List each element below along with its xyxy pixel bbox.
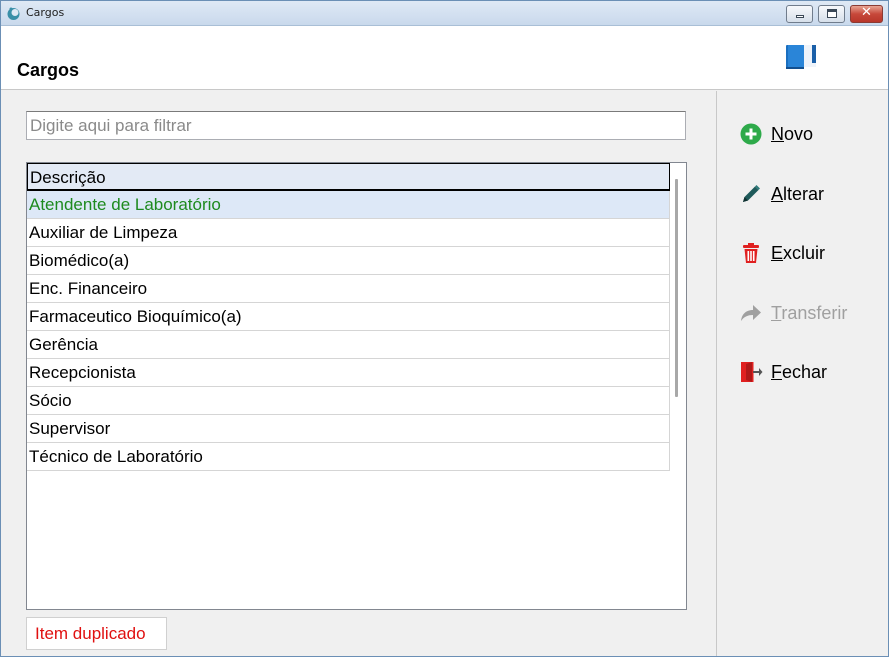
maximize-icon bbox=[827, 9, 837, 18]
fechar-button[interactable]: Fechar bbox=[737, 354, 877, 390]
status-badge: Item duplicado bbox=[26, 617, 167, 650]
filter-input[interactable] bbox=[26, 111, 686, 140]
minimize-icon bbox=[796, 15, 804, 18]
cargos-grid[interactable]: Descrição Atendente de Laboratório Auxil… bbox=[26, 162, 687, 610]
novo-button[interactable]: Novo bbox=[737, 116, 877, 152]
transferir-label: Transferir bbox=[771, 303, 848, 323]
table-row[interactable]: Supervisor bbox=[27, 415, 670, 443]
close-button[interactable]: ✕ bbox=[850, 5, 883, 23]
maximize-button[interactable] bbox=[818, 5, 845, 23]
alterar-button[interactable]: Alterar bbox=[737, 176, 877, 212]
table-row[interactable]: Farmaceutico Bioquímico(a) bbox=[27, 303, 670, 331]
actions-panel: Novo Alterar Excluir Transferir Fechar bbox=[716, 91, 888, 656]
app-logo-icon bbox=[7, 7, 20, 20]
window-title: Cargos bbox=[26, 6, 65, 19]
main-window: Cargos ✕ Cargos Descrição Atendente de L… bbox=[0, 0, 889, 657]
table-row[interactable]: Biomédico(a) bbox=[27, 247, 670, 275]
fechar-label: Fechar bbox=[771, 362, 828, 382]
transferir-button[interactable]: Transferir bbox=[737, 295, 877, 331]
table-row[interactable]: Auxiliar de Limpeza bbox=[27, 219, 670, 247]
novo-label: Novo bbox=[771, 124, 814, 144]
close-icon: ✕ bbox=[861, 5, 872, 20]
exit-door-icon bbox=[741, 362, 763, 382]
table-row[interactable]: Recepcionista bbox=[27, 359, 670, 387]
trash-icon bbox=[743, 243, 759, 263]
title-bar[interactable]: Cargos ✕ bbox=[1, 1, 888, 26]
alterar-label: Alterar bbox=[771, 184, 825, 204]
vertical-scrollbar[interactable] bbox=[675, 179, 678, 397]
book-icon bbox=[786, 45, 816, 69]
plus-circle-icon bbox=[740, 123, 762, 145]
table-row[interactable]: Sócio bbox=[27, 387, 670, 415]
minimize-button[interactable] bbox=[786, 5, 813, 23]
table-row[interactable]: Gerência bbox=[27, 331, 670, 359]
pencil-icon bbox=[743, 185, 760, 202]
table-row[interactable]: Enc. Financeiro bbox=[27, 275, 670, 303]
table-row[interactable]: Técnico de Laboratório bbox=[27, 443, 670, 471]
header: Cargos bbox=[1, 26, 888, 90]
column-header-descricao[interactable]: Descrição bbox=[27, 163, 670, 191]
page-title: Cargos bbox=[17, 60, 80, 80]
list-panel: Descrição Atendente de Laboratório Auxil… bbox=[1, 91, 716, 656]
excluir-button[interactable]: Excluir bbox=[737, 235, 877, 271]
excluir-label: Excluir bbox=[771, 243, 826, 263]
table-row[interactable]: Atendente de Laboratório bbox=[27, 191, 670, 219]
share-arrow-icon bbox=[741, 305, 761, 321]
grid-body: Descrição Atendente de Laboratório Auxil… bbox=[27, 163, 670, 471]
